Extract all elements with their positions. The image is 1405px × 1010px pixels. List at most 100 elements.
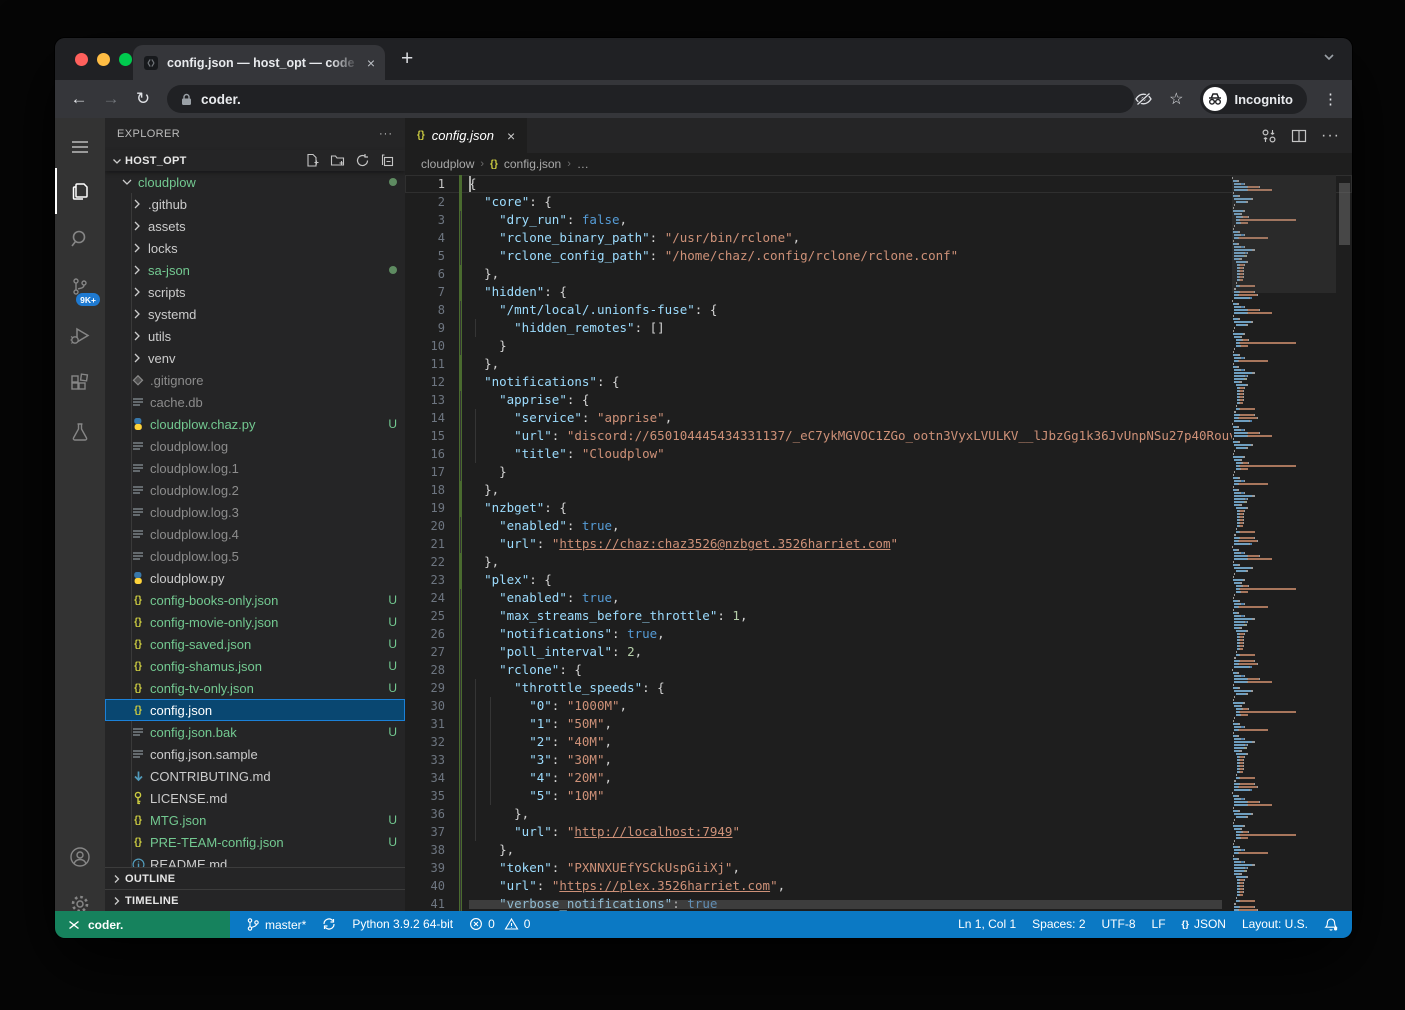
code-line-1[interactable]: 1{: [405, 175, 1352, 193]
new-tab-button[interactable]: +: [401, 47, 413, 71]
back-button[interactable]: ←: [63, 89, 95, 109]
notifications-bell-item[interactable]: [1316, 917, 1346, 932]
tree-item-config.json.sample[interactable]: config.json.sample: [105, 743, 405, 765]
code-line-25[interactable]: 25 "max_streams_before_throttle": 1,: [405, 607, 1352, 625]
cursor-position-item[interactable]: Ln 1, Col 1: [950, 917, 1024, 931]
tree-item-cloudplow.log.5[interactable]: cloudplow.log.5: [105, 545, 405, 567]
code-line-26[interactable]: 26 "notifications": true,: [405, 625, 1352, 643]
tree-item-pre-team-config.json[interactable]: {}PRE-TEAM-config.jsonU: [105, 831, 405, 853]
indentation-item[interactable]: Spaces: 2: [1024, 917, 1093, 931]
tree-item-contributing.md[interactable]: CONTRIBUTING.md: [105, 765, 405, 787]
tree-item-venv[interactable]: venv: [105, 347, 405, 369]
code-line-32[interactable]: 32 "2": "40M",: [405, 733, 1352, 751]
browser-menu-icon[interactable]: ⋮: [1323, 90, 1338, 108]
code-line-34[interactable]: 34 "4": "20M",: [405, 769, 1352, 787]
editor-tab-close-icon[interactable]: ×: [507, 128, 515, 144]
collapse-all-icon[interactable]: [380, 153, 395, 168]
vertical-scrollbar[interactable]: [1339, 183, 1350, 245]
workspace-section-header[interactable]: HOST_OPT: [105, 150, 405, 172]
tab-close-icon[interactable]: ×: [367, 55, 375, 71]
tree-item-cloudplow[interactable]: cloudplow: [105, 171, 405, 193]
code-line-36[interactable]: 36 },: [405, 805, 1352, 823]
keyboard-layout-item[interactable]: Layout: U.S.: [1234, 917, 1316, 931]
code-line-9[interactable]: 9 "hidden_remotes": []: [405, 319, 1352, 337]
tree-item-readme.md[interactable]: README.md: [105, 853, 405, 867]
code-line-21[interactable]: 21 "url": "https://chaz:chaz3526@nzbget.…: [405, 535, 1352, 553]
code-line-35[interactable]: 35 "5": "10M": [405, 787, 1352, 805]
tree-item-license.md[interactable]: LICENSE.md: [105, 787, 405, 809]
code-line-14[interactable]: 14 "service": "apprise",: [405, 409, 1352, 427]
code-line-37[interactable]: 37 "url": "http://localhost:7949": [405, 823, 1352, 841]
address-bar[interactable]: coder.: [167, 85, 1134, 113]
code-line-4[interactable]: 4 "rclone_binary_path": "/usr/bin/rclone…: [405, 229, 1352, 247]
tree-item-cloudplow.log.2[interactable]: cloudplow.log.2: [105, 479, 405, 501]
close-window-button[interactable]: [75, 53, 88, 66]
horizontal-scrollbar[interactable]: [469, 900, 1222, 909]
minimize-window-button[interactable]: [97, 53, 110, 66]
outline-section-header[interactable]: OUTLINE: [105, 867, 405, 889]
split-editor-icon[interactable]: [1291, 128, 1307, 144]
browser-tab[interactable]: config.json — host_opt — code ×: [133, 45, 385, 80]
tree-item-.gitignore[interactable]: .gitignore: [105, 369, 405, 391]
tree-item-cloudplow.py[interactable]: cloudplow.py: [105, 567, 405, 589]
code-line-6[interactable]: 6 },: [405, 265, 1352, 283]
tree-item-config.json.bak[interactable]: config.json.bakU: [105, 721, 405, 743]
code-line-30[interactable]: 30 "0": "1000M",: [405, 697, 1352, 715]
code-line-7[interactable]: 7 "hidden": {: [405, 283, 1352, 301]
tree-item-mtg.json[interactable]: {}MTG.jsonU: [105, 809, 405, 831]
code-line-2[interactable]: 2 "core": {: [405, 193, 1352, 211]
window-controls[interactable]: [75, 53, 132, 66]
breadcrumb-symbol[interactable]: …: [577, 157, 589, 171]
code-line-17[interactable]: 17 }: [405, 463, 1352, 481]
problems-item[interactable]: 0 0: [461, 917, 538, 931]
code-line-10[interactable]: 10 }: [405, 337, 1352, 355]
tree-item-systemd[interactable]: systemd: [105, 303, 405, 325]
explorer-actions-icon[interactable]: ···: [379, 128, 393, 140]
bookmark-star-icon[interactable]: ☆: [1169, 89, 1183, 109]
git-branch-item[interactable]: master*: [238, 917, 314, 932]
tab-search-chevron-icon[interactable]: [1322, 50, 1336, 64]
explorer-tab-icon[interactable]: [55, 168, 105, 214]
breadcrumb-folder[interactable]: cloudplow: [421, 157, 474, 171]
code-line-40[interactable]: 40 "url": "https://plex.3526harriet.com"…: [405, 877, 1352, 895]
code-line-28[interactable]: 28 "rclone": {: [405, 661, 1352, 679]
tree-item-sa-json[interactable]: sa-json: [105, 259, 405, 281]
tree-item-utils[interactable]: utils: [105, 325, 405, 347]
search-icon[interactable]: [55, 216, 105, 262]
sync-item[interactable]: [314, 917, 344, 931]
tree-item-cloudplow.chaz.py[interactable]: cloudplow.chaz.pyU: [105, 413, 405, 435]
code-line-3[interactable]: 3 "dry_run": false,: [405, 211, 1352, 229]
extensions-icon[interactable]: [55, 361, 105, 407]
code-line-15[interactable]: 15 "url": "discord://650104445434331137/…: [405, 427, 1352, 445]
python-interpreter-item[interactable]: Python 3.9.2 64-bit: [344, 917, 461, 931]
code-line-31[interactable]: 31 "1": "50M",: [405, 715, 1352, 733]
tree-item-scripts[interactable]: scripts: [105, 281, 405, 303]
timeline-section-header[interactable]: TIMELINE: [105, 889, 405, 911]
run-debug-icon[interactable]: [55, 313, 105, 359]
tree-item-config.json[interactable]: {}config.json: [105, 699, 405, 721]
new-folder-icon[interactable]: [330, 153, 345, 168]
code-line-12[interactable]: 12 "notifications": {: [405, 373, 1352, 391]
language-mode-item[interactable]: {} JSON: [1174, 917, 1234, 931]
encoding-item[interactable]: UTF-8: [1094, 917, 1144, 931]
minimap-slider[interactable]: [1232, 175, 1336, 293]
code-line-24[interactable]: 24 "enabled": true,: [405, 589, 1352, 607]
tree-item-config-books-only.json[interactable]: {}config-books-only.jsonU: [105, 589, 405, 611]
eol-item[interactable]: LF: [1144, 917, 1174, 931]
tree-item-config-shamus.json[interactable]: {}config-shamus.jsonU: [105, 655, 405, 677]
tree-item-cloudplow.log.1[interactable]: cloudplow.log.1: [105, 457, 405, 479]
tree-item-cloudplow.log[interactable]: cloudplow.log: [105, 435, 405, 457]
code-line-33[interactable]: 33 "3": "30M",: [405, 751, 1352, 769]
account-icon[interactable]: [55, 834, 105, 880]
code-line-13[interactable]: 13 "apprise": {: [405, 391, 1352, 409]
tree-item-config-saved.json[interactable]: {}config-saved.jsonU: [105, 633, 405, 655]
tree-item-.github[interactable]: .github: [105, 193, 405, 215]
code-line-39[interactable]: 39 "token": "PXNNXUEfYSCkUspGiiXj",: [405, 859, 1352, 877]
code-viewport[interactable]: 1{2 "core": {3 "dry_run": false,4 "rclon…: [405, 175, 1352, 911]
code-line-38[interactable]: 38 },: [405, 841, 1352, 859]
code-line-20[interactable]: 20 "enabled": true,: [405, 517, 1352, 535]
tree-item-config-movie-only.json[interactable]: {}config-movie-only.jsonU: [105, 611, 405, 633]
code-line-8[interactable]: 8 "/mnt/local/.unionfs-fuse": {: [405, 301, 1352, 319]
eye-off-icon[interactable]: [1134, 91, 1153, 107]
new-file-icon[interactable]: [305, 153, 320, 168]
